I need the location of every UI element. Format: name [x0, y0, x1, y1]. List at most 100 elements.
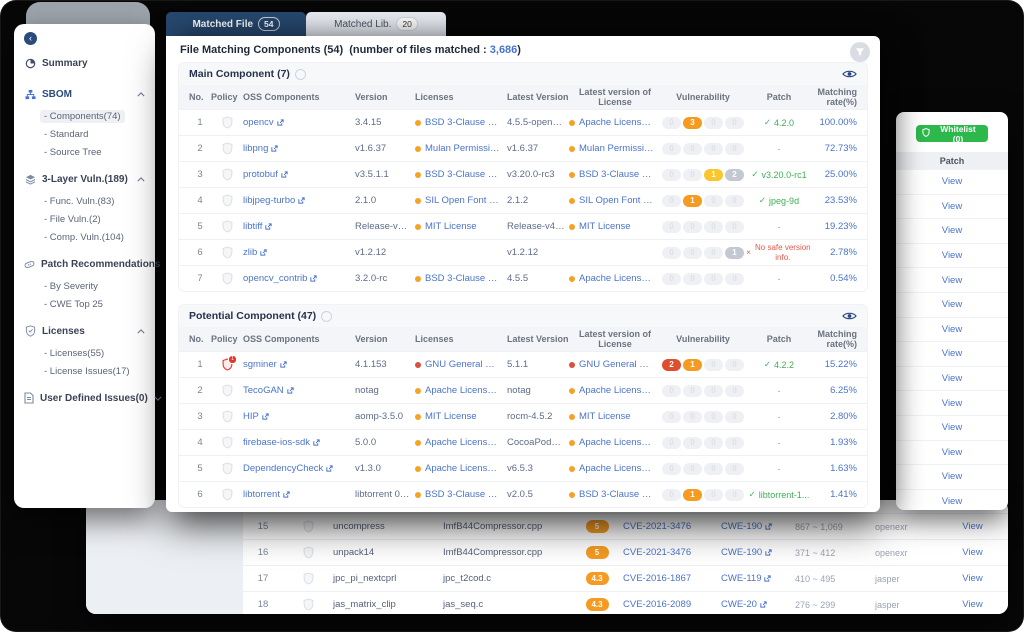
sidebar-item-licenses[interactable]: Licenses [14, 321, 155, 341]
sidebar-subitem[interactable]: - Components(74) [14, 107, 155, 125]
license-cell: GNU General Publi... [415, 359, 507, 370]
shield-icon [922, 128, 930, 139]
sidebar-subitem[interactable]: - Licenses(55) [14, 344, 155, 362]
license-link[interactable]: Apache License 2.0 [579, 463, 655, 474]
license-link[interactable]: BSD 3-Clause Clear ... [425, 117, 501, 128]
view-link[interactable]: View [896, 464, 1008, 489]
view-link[interactable]: View [896, 415, 1008, 440]
cwe-link[interactable]: CWE-190 [721, 547, 795, 558]
oss-component-link[interactable]: opencv_contrib [243, 273, 355, 284]
license-link[interactable]: Apache License 2.0 [425, 385, 501, 396]
view-link[interactable]: View [896, 292, 1008, 317]
view-link[interactable]: View [896, 169, 1008, 194]
license-link[interactable]: BSD 3-Clause New ... [425, 489, 501, 500]
oss-component-link[interactable]: zlib [243, 247, 355, 258]
view-link[interactable]: View [896, 341, 1008, 366]
latest-version-value: 4.5.5 [507, 273, 569, 284]
license-link[interactable]: Apache License 2.0 [579, 117, 655, 128]
oss-component-link[interactable]: opencv [243, 117, 355, 128]
license-link[interactable]: SIL Open Font Lice... [579, 195, 655, 206]
license-link[interactable]: Apache License 2.0 [579, 437, 655, 448]
view-link[interactable]: View [896, 390, 1008, 415]
eye-icon[interactable] [842, 311, 857, 321]
chevron-up-icon[interactable] [137, 177, 145, 182]
license-link[interactable]: Apache License 2.0 [425, 437, 501, 448]
license-link[interactable]: BSD 3-Clause Clear ... [425, 169, 501, 180]
license-link[interactable]: BSD 3-Clause New ... [579, 489, 655, 500]
tab-matched-lib[interactable]: Matched Lib. 20 [306, 12, 446, 36]
oss-component-link[interactable]: DependencyCheck [243, 463, 355, 474]
license-dot-orange [569, 492, 575, 498]
filter-icon[interactable] [850, 42, 870, 62]
patch-cell: ✓4.2.0 [745, 117, 813, 128]
eye-icon[interactable] [842, 69, 857, 79]
license-link[interactable]: MIT License [425, 221, 477, 232]
whitelist-button[interactable]: Whitelist (0) [916, 125, 988, 142]
oss-component-link[interactable]: protobuf [243, 169, 355, 180]
oss-component-link[interactable]: firebase-ios-sdk [243, 437, 355, 448]
view-link[interactable]: View [937, 547, 1008, 558]
view-link[interactable]: View [937, 573, 1008, 584]
sidebar-subitem[interactable]: - CWE Top 25 [14, 295, 155, 313]
license-link[interactable]: SIL Open Font Lice... [425, 195, 501, 206]
view-link[interactable]: View [896, 489, 1008, 510]
view-link[interactable]: View [896, 366, 1008, 391]
license-link[interactable]: BSD 3-Clause Clear ... [579, 169, 655, 180]
chevron-down-icon[interactable] [154, 396, 162, 401]
cve-link[interactable]: CVE-2016-1867 [623, 573, 721, 584]
collapse-sidebar-button[interactable]: ‹ [24, 32, 37, 45]
view-link[interactable]: View [896, 218, 1008, 243]
chevron-up-icon[interactable] [137, 92, 145, 97]
license-link[interactable]: GNU General Publi... [579, 359, 655, 370]
license-link[interactable]: GNU General Publi... [425, 359, 501, 370]
oss-component-link[interactable]: libpng [243, 143, 355, 154]
license-link[interactable]: MIT License [579, 411, 631, 422]
oss-component-link[interactable]: HIP [243, 411, 355, 422]
oss-component-link[interactable]: sgminer [243, 359, 355, 370]
cwe-link[interactable]: CWE-190 [721, 521, 795, 532]
license-link[interactable]: Mulan Permissive S... [579, 143, 655, 154]
sidebar-item-user-defined-issues-0[interactable]: User Defined Issues(0) [14, 388, 155, 408]
oss-component-link[interactable]: libtorrent [243, 489, 355, 500]
cve-link[interactable]: CVE-2016-2089 [623, 599, 721, 610]
sidebar-subitem[interactable]: - File Vuln.(2) [14, 210, 155, 228]
sidebar-subitem-label: - Components(74) [40, 110, 125, 123]
view-link[interactable]: View [937, 521, 1008, 532]
sidebar-subitem[interactable]: - By Severity [14, 277, 155, 295]
cwe-link[interactable]: CWE-119 [721, 573, 795, 584]
sidebar-subitem[interactable]: - Standard [14, 125, 155, 143]
sidebar-subitem[interactable]: - Func. Vuln.(83) [14, 192, 155, 210]
sidebar-subitem[interactable]: - Source Tree [14, 143, 155, 161]
view-link[interactable]: View [937, 599, 1008, 610]
oss-component-link[interactable]: libtiff [243, 221, 355, 232]
tab-matched-file[interactable]: Matched File 54 [166, 12, 306, 36]
view-link[interactable]: View [896, 194, 1008, 219]
sidebar-item-sbom[interactable]: SBOM [14, 84, 155, 104]
sidebar-item-summary[interactable]: Summary [14, 53, 155, 73]
view-link[interactable]: View [896, 243, 1008, 268]
license-link[interactable]: MIT License [579, 221, 631, 232]
cve-link[interactable]: CVE-2021-3476 [623, 521, 721, 532]
license-link[interactable]: Apache License 2.0 [579, 273, 655, 284]
view-link[interactable]: View [896, 317, 1008, 342]
view-link[interactable]: View [896, 267, 1008, 292]
sidebar-subitem[interactable]: - License Issues(17) [14, 362, 155, 380]
license-link[interactable]: Mulan Permissive S... [425, 143, 501, 154]
license-cell: BSD 3-Clause New ... [569, 489, 661, 500]
cve-link[interactable]: CVE-2021-3476 [623, 547, 721, 558]
license-dot-orange [569, 120, 575, 126]
license-link[interactable]: Apache License 2.0 [425, 463, 501, 474]
oss-component-link[interactable]: TecoGAN [243, 385, 355, 396]
license-link[interactable]: MIT License [425, 411, 477, 422]
view-link[interactable]: View [896, 440, 1008, 465]
sidebar-item-3-layer-vuln-189[interactable]: 3-Layer Vuln.(189) [14, 169, 155, 189]
oss-component-link[interactable]: libjpeg-turbo [243, 195, 355, 206]
sidebar-subitem[interactable]: - Comp. Vuln.(104) [14, 228, 155, 246]
license-link[interactable]: BSD 3-Clause Clear ... [425, 273, 501, 284]
license-link[interactable]: Apache License 2.0 [579, 385, 655, 396]
license-cell: Apache License 2.0 [569, 463, 661, 474]
chevron-up-icon[interactable] [137, 329, 145, 334]
patch-icon [24, 259, 35, 270]
sidebar-item-patch-recommendations[interactable]: Patch Recommendations [14, 254, 155, 274]
cwe-link[interactable]: CWE-20 [721, 599, 795, 610]
